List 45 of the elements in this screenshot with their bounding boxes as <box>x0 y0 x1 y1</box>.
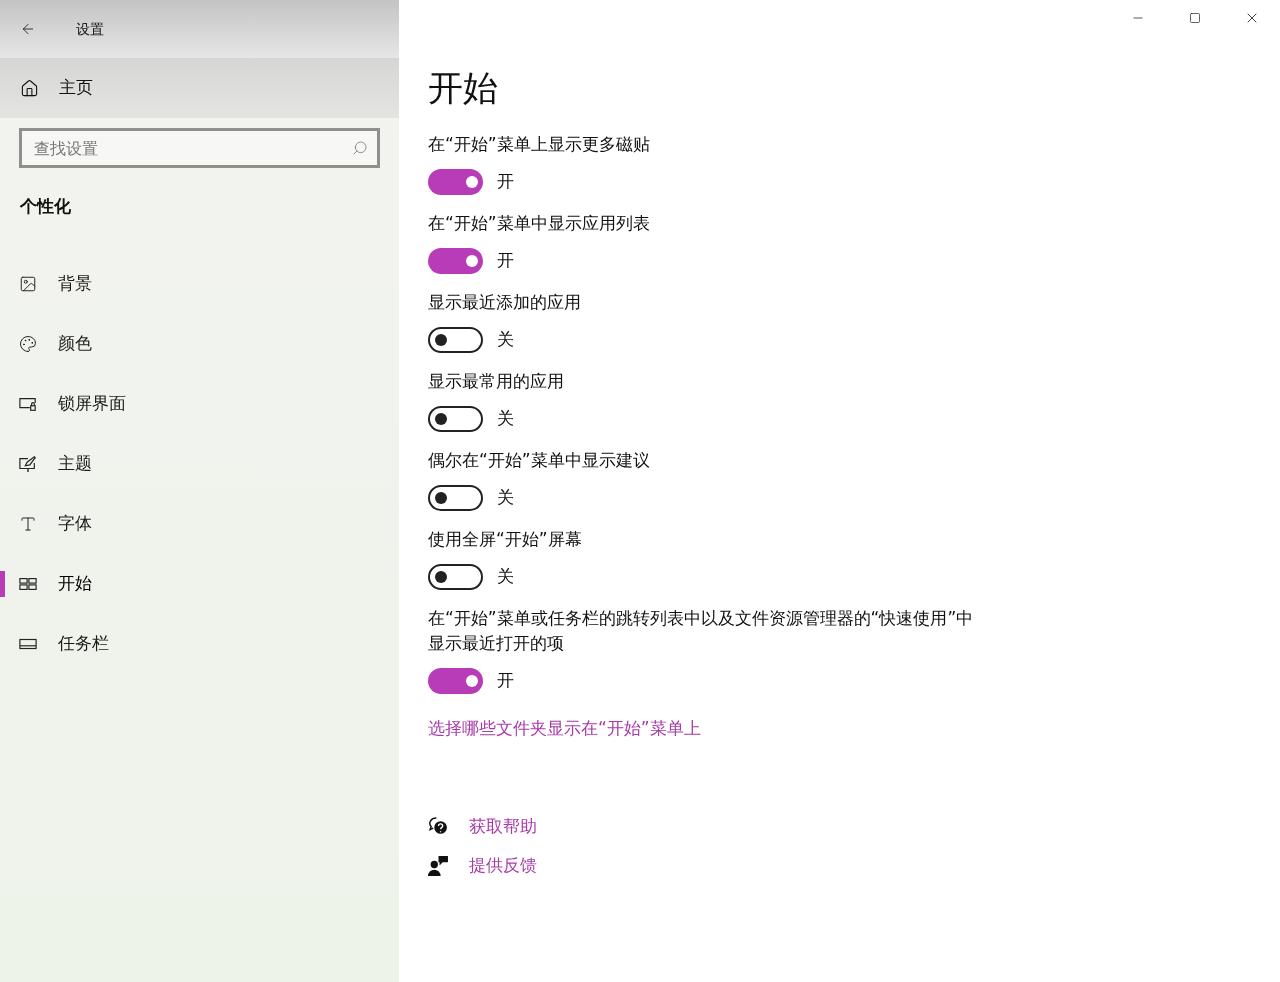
setting-label: 使用全屏“开始”屏幕 <box>428 528 583 551</box>
help-chat-icon <box>428 815 449 837</box>
setting-label: 显示最常用的应用 <box>428 370 565 393</box>
toggle-switch[interactable] <box>428 668 483 694</box>
feedback-person-icon <box>428 855 449 877</box>
sidebar-item[interactable]: 任务栏 <box>19 630 109 657</box>
toggle-switch[interactable] <box>428 406 483 432</box>
sidebar-item[interactable]: 主题 <box>19 450 92 477</box>
search-field[interactable]: 查找设置 <box>19 128 380 168</box>
toggle-state: 开 <box>497 669 514 693</box>
toggle-switch[interactable] <box>428 248 483 274</box>
sidebar-item[interactable]: 字体 <box>19 510 92 537</box>
toggle-switch[interactable] <box>428 564 483 590</box>
sidebar-item[interactable]: 背景 <box>19 270 92 297</box>
toggle-state: 关 <box>497 565 514 589</box>
toggle-state: 关 <box>497 407 514 431</box>
sidebar-item[interactable]: 锁屏界面 <box>19 390 126 417</box>
search-icon <box>352 140 368 156</box>
toggle-switch[interactable] <box>428 169 483 195</box>
setting-label: 偶尔在“开始”菜单中显示建议 <box>428 449 651 472</box>
folders-link[interactable]: 选择哪些文件夹显示在“开始”菜单上 <box>428 716 701 742</box>
toggle-switch[interactable] <box>428 327 483 353</box>
setting-label: 在“开始”菜单或任务栏的跳转列表中以及文件资源管理器的“快速使用”中显示最近打开的项 <box>428 607 975 655</box>
setting-label: 在“开始”菜单中显示应用列表 <box>428 212 651 235</box>
monitor-pen-icon <box>19 454 37 473</box>
sidebar-item[interactable]: 颜色 <box>19 330 92 357</box>
setting-label: 显示最近添加的应用 <box>428 291 582 314</box>
toggle-state: 关 <box>497 328 514 352</box>
font-icon <box>19 514 37 533</box>
home-nav-item[interactable]: 主页 <box>0 58 399 118</box>
toggle-state: 开 <box>497 170 514 194</box>
sidebar-item[interactable]: 开始 <box>19 570 92 597</box>
toggle-state: 关 <box>497 486 514 510</box>
help-link[interactable]: 提供反馈 <box>469 853 537 879</box>
toggle-state: 开 <box>497 249 514 273</box>
window-title: 设置 <box>76 19 104 39</box>
page-title: 开始 <box>428 67 498 110</box>
section-heading: 个性化 <box>20 195 71 218</box>
help-link[interactable]: 获取帮助 <box>469 813 537 839</box>
picture-icon <box>19 274 37 293</box>
toggle-switch[interactable] <box>428 485 483 511</box>
home-icon <box>20 78 39 98</box>
maximize-icon <box>1188 12 1201 24</box>
setting-label: 在“开始”菜单上显示更多磁贴 <box>428 133 651 156</box>
palette-icon <box>19 334 37 353</box>
